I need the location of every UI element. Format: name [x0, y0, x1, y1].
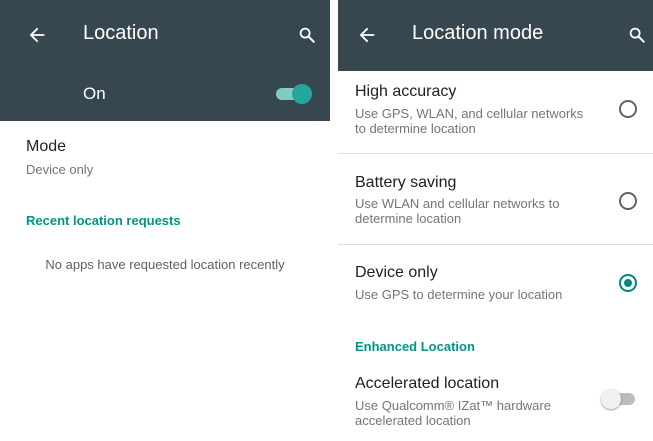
enhanced-location-header: Enhanced Location — [355, 339, 475, 354]
option-description: Use GPS, WLAN, and cellular networks to … — [355, 106, 584, 136]
radio-button[interactable] — [619, 274, 637, 292]
divider — [338, 244, 653, 245]
toggle-thumb — [601, 389, 621, 409]
accelerated-location-toggle[interactable] — [601, 389, 637, 409]
location-mode-screen: Location mode High accuracy Use GPS, WLA… — [338, 0, 653, 441]
location-master-switch-row[interactable]: On — [0, 71, 330, 121]
location-mode-app-bar: Location mode — [338, 0, 653, 71]
recent-requests-header: Recent location requests — [26, 213, 181, 228]
radio-selected-dot — [624, 279, 632, 287]
page-title: Location — [83, 22, 159, 44]
option-title: Accelerated location — [355, 375, 500, 392]
back-arrow-icon[interactable] — [356, 24, 378, 46]
back-arrow-icon[interactable] — [26, 24, 48, 46]
divider — [338, 153, 653, 154]
option-title: High accuracy — [355, 83, 457, 100]
radio-button[interactable] — [619, 192, 637, 210]
search-icon[interactable] — [628, 26, 646, 44]
radio-button[interactable] — [619, 100, 637, 118]
option-title: Device only — [355, 264, 438, 281]
page-title: Location mode — [412, 22, 544, 44]
location-toggle[interactable] — [276, 84, 312, 104]
option-description: Use GPS to determine your location — [355, 287, 563, 302]
location-app-bar: Location On — [0, 0, 330, 121]
search-icon[interactable] — [298, 26, 316, 44]
mode-title: Mode — [26, 138, 67, 155]
switch-label: On — [83, 84, 106, 103]
option-description: Use Qualcomm® IZat™ hardware accelerated… — [355, 398, 551, 428]
empty-message: No apps have requested location recently — [45, 257, 285, 272]
option-title: Battery saving — [355, 174, 457, 191]
mode-value: Device only — [26, 162, 94, 177]
location-screen: Location On Mode Device only Recent loca… — [0, 0, 330, 441]
toggle-thumb — [292, 84, 312, 104]
option-description: Use WLAN and cellular networks to determ… — [355, 196, 560, 226]
